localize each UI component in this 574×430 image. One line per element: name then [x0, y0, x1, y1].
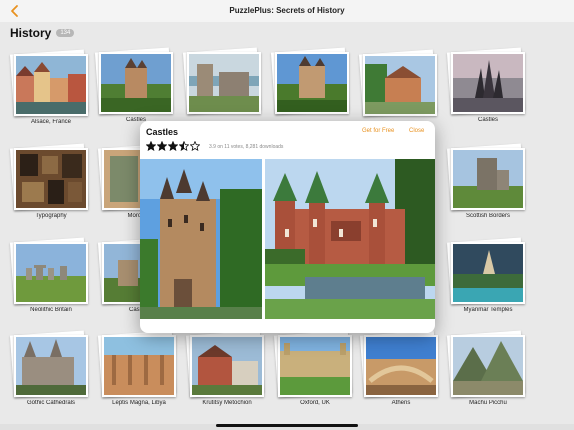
popup-title: Castles — [146, 127, 179, 137]
tile-label: Machu Picchu — [469, 400, 507, 406]
tile-label: Scottish Borders — [465, 213, 511, 219]
section-title: History — [10, 26, 52, 40]
preview-image-palace — [265, 159, 435, 319]
thumbnail — [451, 335, 525, 397]
section-header: History 134 — [10, 26, 75, 40]
tile-label: Krutitsy Metochion — [202, 400, 252, 406]
puzzle-tile[interactable] — [185, 50, 267, 130]
tile-label: Castles — [477, 117, 498, 123]
thumbnail — [363, 54, 437, 116]
thumbnail — [451, 242, 525, 304]
thumbnail — [14, 335, 88, 397]
thumbnail — [275, 52, 349, 114]
puzzle-tile[interactable]: Leptis Magna, Libya — [100, 333, 182, 413]
thumbnail — [364, 335, 438, 397]
tile-label: Athens — [391, 400, 411, 406]
puzzle-tile[interactable]: Scottish Borders — [449, 146, 531, 226]
puzzle-tile[interactable] — [273, 50, 355, 130]
tile-label: Alsace, France — [30, 119, 72, 125]
tile-label: Typography — [35, 213, 67, 219]
count-badge: 134 — [56, 29, 75, 37]
puzzle-tile[interactable]: Alsace, France — [12, 52, 94, 132]
puzzle-tile[interactable]: Typography — [12, 146, 94, 226]
star-icon — [190, 141, 200, 151]
rating-text: 3.9 on 11 votes, 8,281 downloads — [209, 144, 284, 150]
puzzle-tile[interactable]: Athens — [362, 333, 444, 413]
app-title: PuzzlePlus: Secrets of History — [229, 6, 345, 15]
tile-label: Oxford, UK — [300, 400, 330, 406]
close-button[interactable]: Close — [409, 128, 424, 134]
tile-label: Myanmar Temples — [463, 307, 513, 313]
puzzle-tile[interactable]: Machu Picchu — [449, 333, 531, 413]
tile-label: Neolithic Britain — [30, 307, 72, 313]
thumbnail — [187, 52, 261, 114]
thumbnail — [190, 335, 264, 397]
puzzle-tile[interactable]: Krutitsy Metochion — [188, 333, 270, 413]
star-rating — [146, 141, 200, 152]
puzzle-tile[interactable]: Neolithic Britain — [12, 240, 94, 320]
get-for-free-button[interactable]: Get for Free — [362, 128, 394, 134]
puzzle-tile[interactable]: Myanmar Temples — [449, 240, 531, 320]
star-icon — [146, 141, 156, 151]
puzzle-detail-popup: Castles Get for Free Close 3.9 on 11 vot… — [140, 121, 435, 333]
thumbnail — [14, 54, 88, 116]
puzzle-tile[interactable]: Oxford, UK — [276, 333, 358, 413]
thumbnail — [14, 242, 88, 304]
preview-image-castle — [140, 159, 262, 319]
thumbnail — [278, 335, 352, 397]
thumbnail — [451, 52, 525, 114]
thumbnail — [99, 52, 173, 114]
thumbnail — [14, 148, 88, 210]
tile-label: Leptis Magna, Libya — [112, 400, 166, 406]
star-icon — [179, 141, 189, 151]
star-icon — [157, 141, 167, 151]
puzzle-tile[interactable]: Gothic Cathedrals — [12, 333, 94, 413]
tile-label: Gothic Cathedrals — [26, 400, 76, 406]
thumbnail — [102, 335, 176, 397]
puzzle-tile[interactable]: Castles — [449, 50, 531, 130]
puzzle-tile[interactable] — [361, 52, 443, 132]
star-icon — [168, 141, 178, 151]
thumbnail — [451, 148, 525, 210]
puzzle-tile[interactable]: Castles — [97, 50, 179, 130]
top-bar: PuzzlePlus: Secrets of History — [0, 0, 574, 22]
home-indicator[interactable] — [216, 424, 358, 427]
